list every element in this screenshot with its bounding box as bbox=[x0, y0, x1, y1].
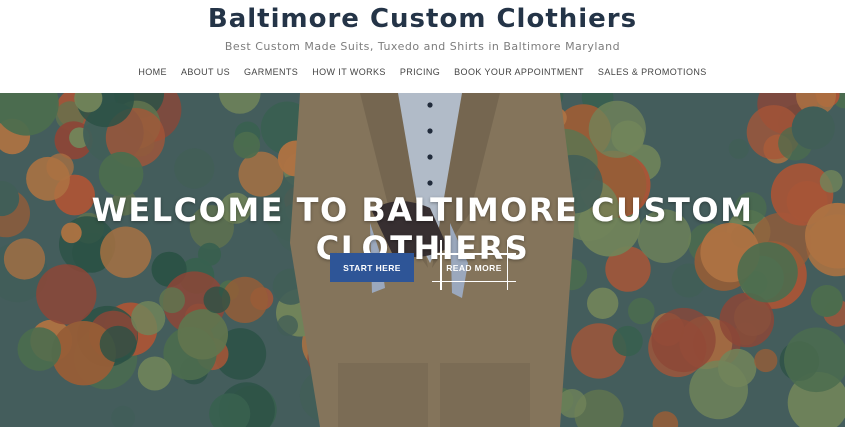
hero-title: WELCOME TO BALTIMORE CUSTOM CLOTHIERS bbox=[91, 191, 754, 267]
read-more-label: READ MORE bbox=[446, 262, 502, 273]
nav-item-pricing[interactable]: PRICING bbox=[400, 67, 440, 77]
main-nav: HOME ABOUT US GARMENTS HOW IT WORKS PRIC… bbox=[0, 67, 845, 77]
nav-item-sales-promotions[interactable]: SALES & PROMOTIONS bbox=[598, 67, 707, 77]
hero-section: WELCOME TO BALTIMORE CUSTOM CLOTHIERS ST… bbox=[0, 93, 845, 427]
read-more-frame-line bbox=[432, 280, 516, 282]
nav-item-how-it-works[interactable]: HOW IT WORKS bbox=[312, 67, 386, 77]
start-here-button[interactable]: START HERE bbox=[330, 253, 414, 282]
read-more-button[interactable]: READ MORE bbox=[432, 240, 516, 290]
nav-item-home[interactable]: HOME bbox=[138, 67, 167, 77]
read-more-frame-line bbox=[440, 240, 442, 290]
nav-item-garments[interactable]: GARMENTS bbox=[244, 67, 298, 77]
read-more-frame-line bbox=[432, 253, 516, 255]
site-tagline: Best Custom Made Suits, Tuxedo and Shirt… bbox=[224, 40, 621, 53]
site-title[interactable]: Baltimore Custom Clothiers bbox=[0, 4, 845, 34]
nav-item-about-us[interactable]: ABOUT US bbox=[181, 67, 230, 77]
read-more-frame-line bbox=[506, 240, 508, 290]
site-header: Baltimore Custom Clothiers Best Custom M… bbox=[0, 0, 845, 93]
nav-item-book-appointment[interactable]: BOOK YOUR APPOINTMENT bbox=[454, 67, 584, 77]
